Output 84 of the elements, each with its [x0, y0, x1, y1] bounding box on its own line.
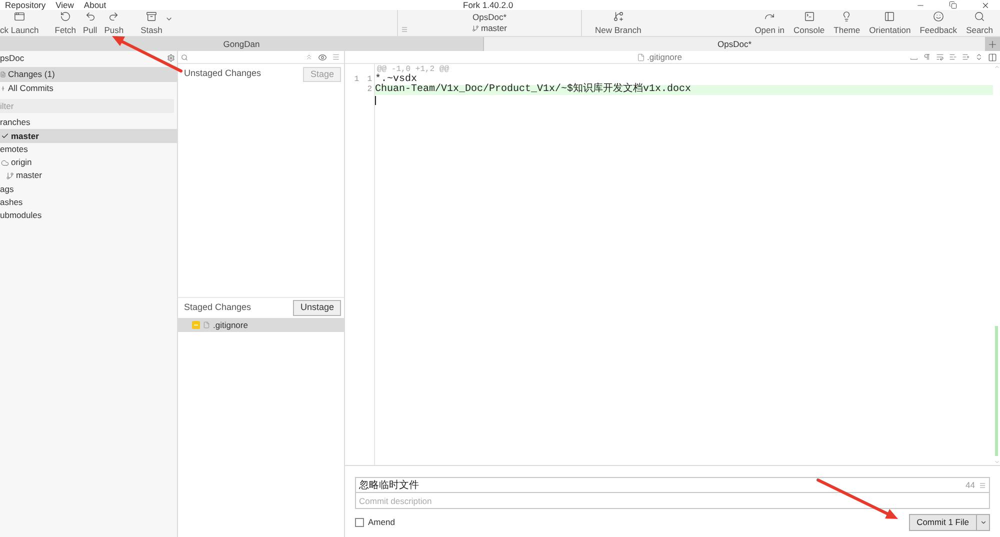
- annotation-arrow: [112, 36, 182, 72]
- menu-item[interactable]: View: [56, 0, 74, 10]
- lines-icon[interactable]: [401, 26, 408, 33]
- tab[interactable]: OpsDoc*: [483, 37, 985, 51]
- chevrons-up-icon[interactable]: [305, 53, 313, 61]
- curved-arrow-icon: [108, 11, 120, 22]
- open-in-button[interactable]: Open in: [752, 10, 788, 36]
- tree-item[interactable]: emotes: [0, 142, 177, 156]
- panel-icon: [884, 11, 896, 22]
- menu-item[interactable]: About: [84, 0, 106, 10]
- search-icon: [974, 11, 986, 22]
- expand-icon[interactable]: [975, 53, 983, 61]
- window-title: Fork 1.40.2.0: [463, 0, 514, 10]
- curved-arrow-icon: [84, 11, 96, 22]
- document-icon: [0, 70, 6, 78]
- menu-item[interactable]: Repository: [5, 0, 46, 10]
- tree-item[interactable]: master: [0, 129, 177, 143]
- tree-item[interactable]: ashes: [0, 196, 177, 210]
- wrap-icon[interactable]: [936, 53, 944, 61]
- fetch-button[interactable]: Fetch: [52, 10, 80, 36]
- file-item[interactable]: .gitignore: [178, 318, 344, 332]
- amend-label: Amend: [368, 516, 395, 529]
- line-number: 1: [354, 75, 359, 85]
- text-cursor: [375, 96, 376, 104]
- dropdown-button[interactable]: [977, 514, 990, 531]
- branch-plus-icon: [612, 11, 624, 22]
- lightbulb-icon: [841, 11, 852, 22]
- list-plus-icon[interactable]: [962, 53, 970, 61]
- sidebar-item[interactable]: Changes (1): [0, 67, 177, 82]
- search-button[interactable]: Search: [963, 10, 996, 36]
- filter-field[interactable]: ilter: [0, 99, 174, 113]
- search-icon: [181, 54, 188, 60]
- line-number: 2: [367, 85, 372, 95]
- settings-icon[interactable]: [167, 54, 175, 62]
- file-name: .gitignore: [647, 50, 682, 64]
- commit-icon: [0, 85, 6, 92]
- diff-line: *.~vsdx: [375, 75, 418, 85]
- pilcrow-icon[interactable]: [923, 53, 931, 61]
- scroll-up-icon[interactable]: [994, 64, 1000, 70]
- cloud-icon: [1, 158, 9, 167]
- console-button[interactable]: Console: [790, 10, 828, 36]
- columns-icon[interactable]: [988, 52, 997, 62]
- description-field[interactable]: Commit description: [355, 493, 990, 509]
- eye-icon[interactable]: [318, 52, 327, 62]
- unstage-button[interactable]: Unstage: [293, 300, 341, 316]
- archive-icon: [146, 11, 157, 22]
- stash-button[interactable]: Stash: [138, 10, 166, 36]
- window-icon: [14, 11, 25, 22]
- pull-button[interactable]: Pull: [80, 10, 100, 36]
- close-icon[interactable]: [981, 0, 990, 10]
- section-title: Unstaged Changes: [184, 67, 262, 80]
- restore-icon[interactable]: [949, 1, 957, 9]
- feedback-button[interactable]: Feedback: [916, 10, 960, 36]
- push-button[interactable]: Push: [101, 10, 127, 36]
- tree-item[interactable]: origin: [0, 156, 177, 170]
- caret-icon: [980, 519, 986, 526]
- amend-checkbox[interactable]: [355, 518, 364, 527]
- branch-icon: [472, 25, 479, 32]
- curved-arrow-icon: [764, 11, 776, 22]
- commit-button[interactable]: Commit 1 File: [908, 514, 977, 531]
- quick-launch-button[interactable]: ck Launch: [0, 10, 41, 36]
- tree-item[interactable]: ags: [0, 182, 177, 196]
- smiley-icon: [932, 11, 944, 22]
- list-minus-icon[interactable]: [949, 53, 957, 61]
- sidebar-item[interactable]: All Commits: [0, 82, 177, 96]
- hunk-header: @@ -1,0 +1,2 @@: [377, 65, 450, 74]
- file-icon: [637, 52, 645, 62]
- circular-arrow-icon: [60, 11, 71, 22]
- terminal-icon: [804, 11, 815, 22]
- file-icon: [203, 321, 210, 329]
- repository-name: OpsDoc*: [472, 12, 506, 23]
- caret-icon[interactable]: [165, 15, 174, 23]
- sidebar-title: psDoc: [0, 52, 24, 64]
- tree-item[interactable]: ranches: [0, 116, 177, 130]
- tree-item[interactable]: ubmodules: [0, 209, 177, 222]
- theme-button[interactable]: Theme: [830, 10, 864, 36]
- line-number: 1: [367, 75, 372, 85]
- new-branch-button[interactable]: New Branch: [592, 10, 644, 36]
- scroll-down-icon[interactable]: [994, 459, 1000, 465]
- tree-item[interactable]: master: [0, 169, 177, 182]
- orientation-button[interactable]: Orientation: [866, 10, 914, 36]
- menu-icon[interactable]: [332, 53, 340, 61]
- section-title: Staged Changes: [184, 301, 252, 314]
- branch-name: master: [481, 23, 507, 34]
